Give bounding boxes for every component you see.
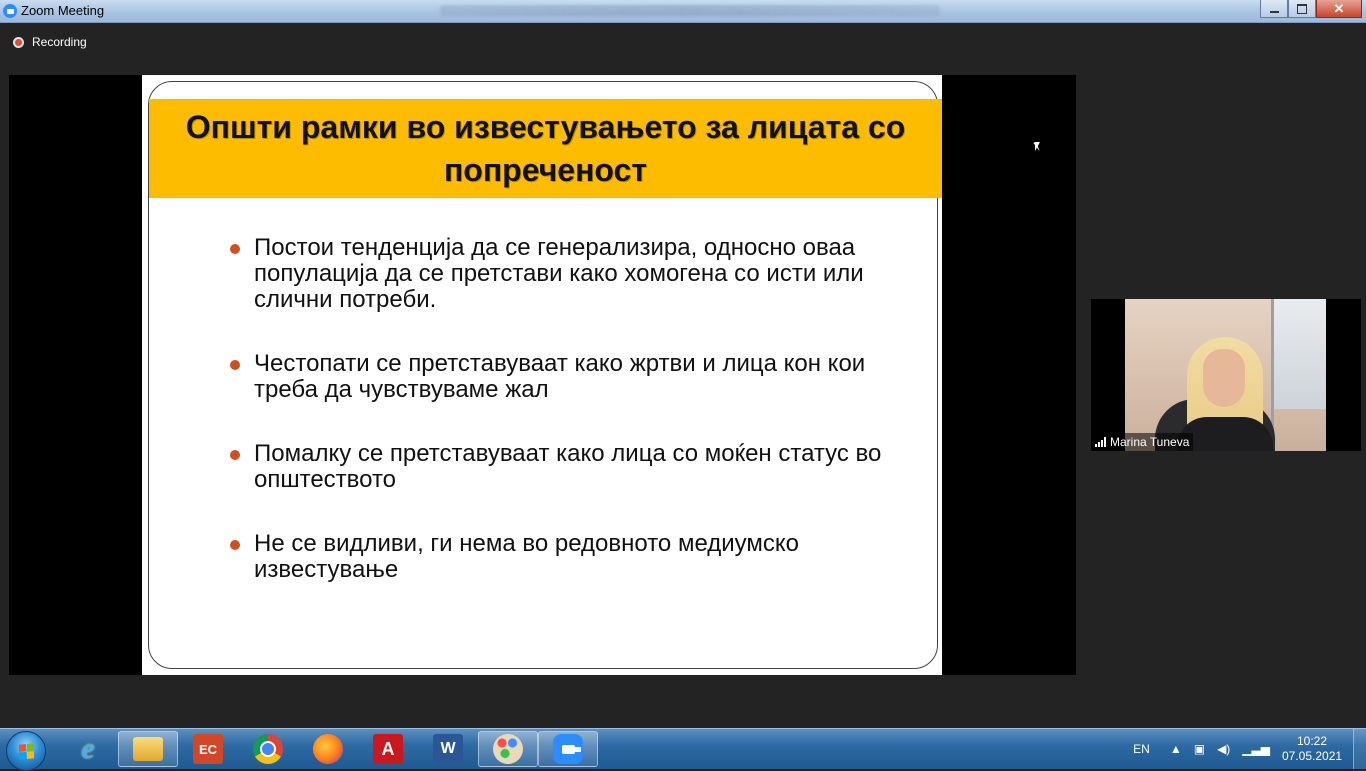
taskbar-clock[interactable]: 10:22 07.05.2021 [1282, 734, 1342, 764]
bullet-dot-icon [230, 244, 240, 254]
record-icon [13, 36, 24, 48]
taskbar-zoom[interactable] [538, 731, 598, 767]
bullet-text: Постои тенденција да се генерализира, од… [254, 234, 864, 313]
network-icon[interactable]: ▣ [1194, 742, 1205, 756]
close-button[interactable]: ✕ [1316, 0, 1362, 18]
taskbar-app-list: e EC A W [58, 731, 598, 767]
taskbar-chrome[interactable] [238, 731, 298, 767]
internet-explorer-icon: e [81, 732, 95, 765]
participant-video-feed [1125, 299, 1326, 451]
taskbar-internet-explorer[interactable]: e [58, 731, 118, 767]
slide-title-banner: Општи рамки во известувањето за лицата с… [149, 99, 942, 198]
slide-title: Општи рамки во известувањето за лицата с… [185, 108, 906, 188]
window-title-bar[interactable]: Zoom Meeting ✕ [0, 0, 1366, 23]
mouse-cursor-icon [1035, 142, 1040, 151]
taskbar-acrobat[interactable]: A [358, 731, 418, 767]
word-icon: W [433, 734, 463, 764]
clock-time: 10:22 [1296, 734, 1328, 748]
acrobat-pdf-icon: A [373, 734, 403, 764]
slide-bullet: Не се видливи, ги нема во редовното меди… [230, 531, 910, 583]
file-explorer-icon [133, 737, 163, 761]
slide-bullet: Постои тенденција да се генерализира, од… [230, 235, 910, 313]
taskbar-file-explorer[interactable] [118, 731, 178, 767]
close-icon: ✕ [1333, 1, 1345, 16]
bullet-dot-icon [230, 360, 240, 370]
bullet-dot-icon [230, 450, 240, 460]
participant-face [1203, 349, 1245, 407]
firefox-icon [313, 734, 343, 764]
signal-strength-icon [1095, 437, 1106, 447]
minimize-button[interactable] [1260, 0, 1288, 18]
maximize-icon [1297, 3, 1307, 14]
windows-logo-icon [18, 742, 34, 760]
bullet-dot-icon [230, 540, 240, 550]
windows-taskbar: e EC A W EN ▲ ▣ ◀) ▁▃▅ 10:22 07.05.2021 [0, 728, 1366, 771]
window-title: Zoom Meeting [21, 3, 105, 18]
slide-bullet-list: Постои тенденција да се генерализира, од… [230, 235, 910, 621]
start-button[interactable] [6, 731, 46, 771]
recording-indicator[interactable]: Recording [13, 35, 87, 49]
language-indicator[interactable]: EN [1133, 742, 1150, 756]
slide-bullet: Честопати се претставуваат како жртви и … [230, 351, 910, 403]
presentation-slide: Општи рамки во известувањето за лицата с… [142, 75, 942, 675]
bullet-text: Честопати се претставуваат како жртви и … [254, 350, 866, 403]
system-tray: EN ▲ ▣ ◀) ▁▃▅ 10:22 07.05.2021 [1133, 729, 1342, 769]
participant-video-tile[interactable]: Marina Tuneva [1091, 299, 1361, 451]
chrome-icon [253, 734, 283, 764]
bullet-text: Помалку се претставуваат како лица со мо… [254, 440, 882, 493]
participant-name: Marina Tuneva [1110, 435, 1190, 449]
bullet-text: Не се видливи, ги нема во редовното меди… [254, 530, 800, 583]
background-window [1274, 299, 1326, 409]
recording-label: Recording [32, 35, 87, 49]
participant-name-tag: Marina Tuneva [1091, 433, 1194, 451]
volume-icon[interactable]: ◀) [1217, 742, 1230, 756]
slide-bullet: Помалку се претставуваат како лица со мо… [230, 441, 910, 493]
taskbar-firefox[interactable] [298, 731, 358, 767]
presentation-icon: EC [193, 734, 223, 764]
show-hidden-icons-icon[interactable]: ▲ [1170, 742, 1182, 756]
taskbar-presentation[interactable]: EC [178, 731, 238, 767]
clock-date: 07.05.2021 [1282, 749, 1343, 763]
minimize-icon [1269, 10, 1279, 13]
zoom-icon [553, 734, 583, 764]
taskbar-word[interactable]: W [418, 731, 478, 767]
blurred-title-text [440, 5, 940, 16]
show-desktop-button[interactable] [1353, 729, 1366, 769]
signal-bars-icon[interactable]: ▁▃▅ [1242, 742, 1270, 756]
maximize-button[interactable] [1288, 0, 1316, 18]
paint-icon [493, 734, 523, 764]
taskbar-paint[interactable] [478, 731, 538, 767]
zoom-app-icon [3, 4, 17, 18]
window-controls: ✕ [1260, 0, 1362, 18]
